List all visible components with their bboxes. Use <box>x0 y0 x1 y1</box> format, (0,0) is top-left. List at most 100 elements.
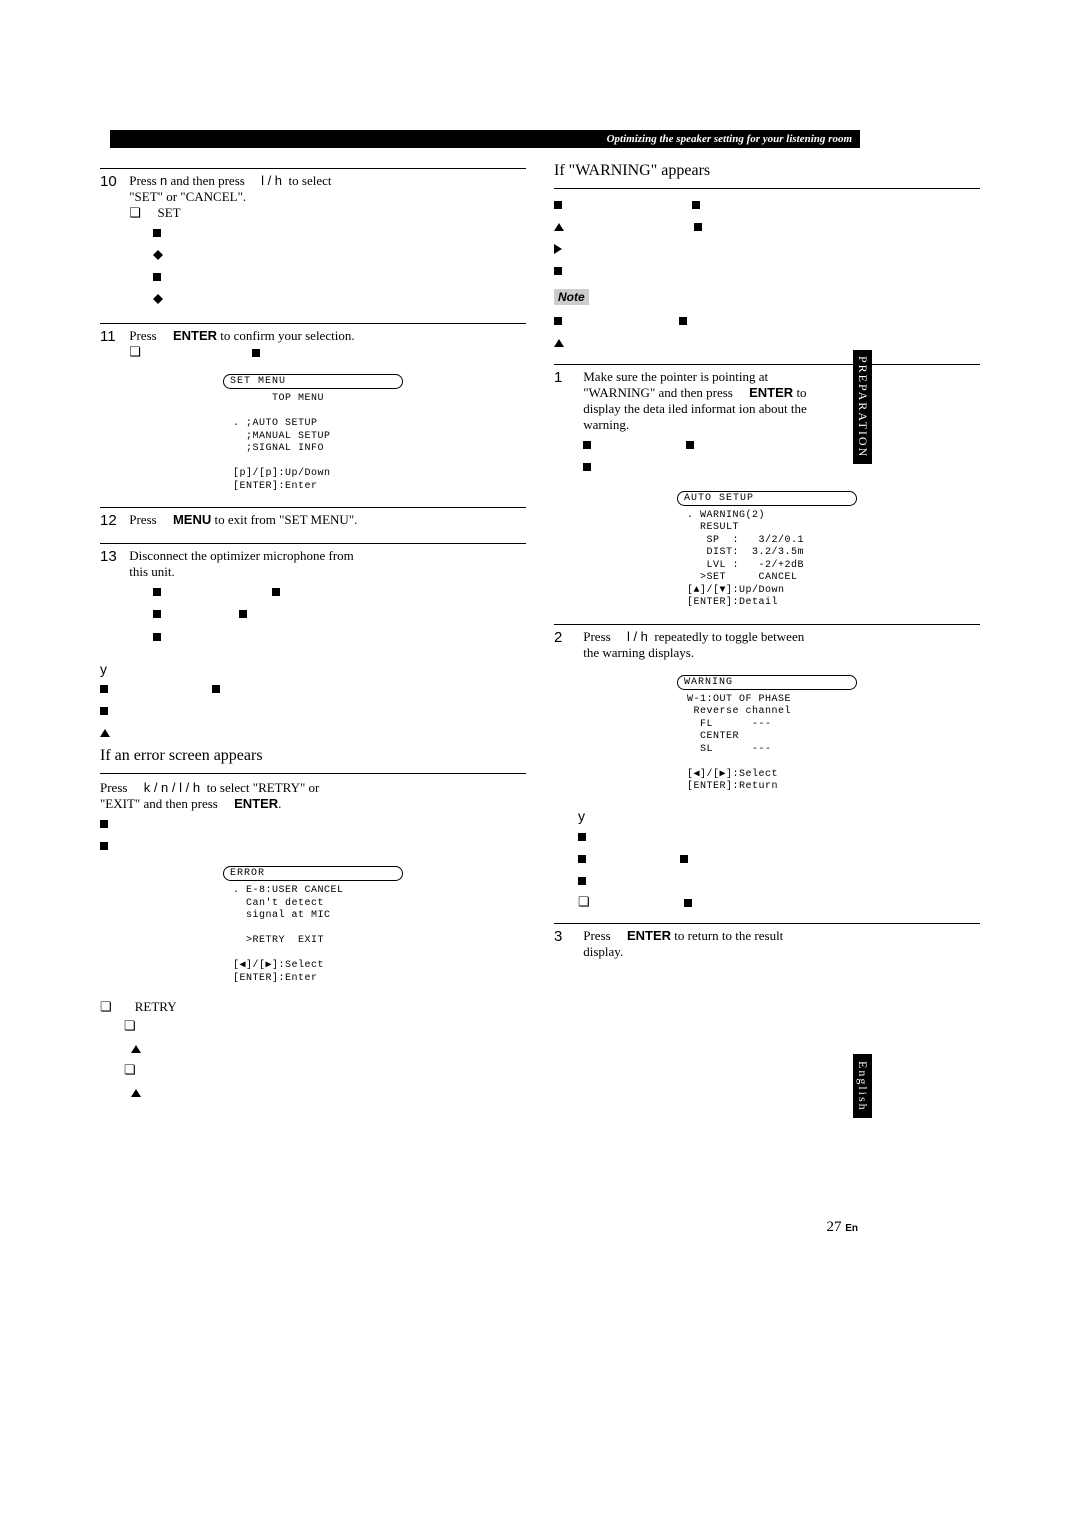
diamond-icon <box>153 289 163 299</box>
square-icon <box>679 317 687 325</box>
text: the warning displays. <box>583 645 694 660</box>
step-number: 12 <box>100 512 126 529</box>
square-icon <box>578 833 586 841</box>
text: "EXIT" and then press <box>100 796 218 811</box>
square-icon <box>583 441 591 449</box>
y-heading: y <box>100 661 526 677</box>
square-icon <box>692 201 700 209</box>
square-icon <box>554 201 562 209</box>
text: and then press <box>170 173 244 188</box>
screen-title: WARNING <box>677 675 857 690</box>
bullet-block: ❏ ❏ <box>124 1015 526 1103</box>
step-12: 12 Press MENU to exit from "SET MENU". <box>100 512 526 529</box>
box-icon: ❏ <box>100 999 112 1015</box>
square-icon <box>554 267 562 275</box>
step-body: Press MENU to exit from "SET MENU". <box>129 512 525 528</box>
page-number: 27 En <box>826 1219 858 1236</box>
rule <box>554 923 980 924</box>
triangle-icon <box>554 223 564 231</box>
key-enter: ENTER <box>749 385 793 400</box>
box-icon: ❏ <box>129 205 141 221</box>
square-icon <box>153 633 161 641</box>
text: . <box>278 796 281 811</box>
page-num: 27 <box>826 1219 841 1235</box>
side-tab-preparation: PREPARATION <box>853 350 872 464</box>
key-enter: ENTER <box>173 328 217 343</box>
osd-screen-set-menu: SET MENU TOP MENU . ;AUTO SETUP ;MANUAL … <box>223 374 403 497</box>
bullet-block <box>583 433 979 477</box>
header-banner: Optimizing the speaker setting for your … <box>110 130 860 148</box>
square-icon <box>153 229 161 237</box>
page-lang: En <box>845 1223 858 1234</box>
rule <box>100 507 526 508</box>
square-icon <box>100 707 108 715</box>
text: Press <box>129 173 156 188</box>
text: display the deta iled informat ion about… <box>583 401 806 416</box>
step-body: Disconnect the optimizer microphone from… <box>129 548 525 646</box>
rule <box>100 773 526 774</box>
diamond-icon <box>153 245 163 255</box>
text: to select <box>289 173 332 188</box>
step-body: Make sure the pointer is pointing at "WA… <box>583 369 979 477</box>
key-glyph: n <box>160 173 167 188</box>
rule <box>100 323 526 324</box>
key-glyph: l / h <box>261 173 282 188</box>
rule <box>554 364 980 365</box>
step-13: 13 Disconnect the optimizer microphone f… <box>100 548 526 646</box>
square-icon <box>153 273 161 281</box>
text: Disconnect the optimizer microphone from <box>129 548 354 563</box>
text: to exit from "SET MENU". <box>214 512 357 527</box>
text: to confirm your selection. <box>220 328 354 343</box>
side-tab-english: English <box>853 1054 872 1118</box>
step-r2: 2 Press l / h repeatedly to toggle betwe… <box>554 629 980 661</box>
step-body: Press l / h repeatedly to toggle between… <box>583 629 979 661</box>
text: Press <box>100 780 127 795</box>
right-column: If "WARNING" appears Not <box>554 158 980 1104</box>
triangle-icon <box>554 339 564 347</box>
retry-block: ❏ RETRY ❏ ❏ <box>100 999 526 1103</box>
box-icon: ❏ <box>578 891 590 913</box>
rule <box>100 168 526 169</box>
step-number: 3 <box>554 928 580 945</box>
rule <box>100 543 526 544</box>
screen-body: . E-8:USER CANCEL Can't detect signal at… <box>223 881 403 989</box>
bullet-block <box>554 193 980 281</box>
key-enter: ENTER <box>234 796 278 811</box>
square-icon <box>686 441 694 449</box>
text: RETRY <box>135 999 177 1014</box>
text: Press <box>583 928 610 943</box>
key-glyph: l / h <box>627 629 648 644</box>
square-icon <box>100 842 108 850</box>
text: SET <box>158 205 181 220</box>
osd-screen-auto-setup: AUTO SETUP . WARNING(2) RESULT SP : 3/2/… <box>677 491 857 614</box>
square-icon <box>252 349 260 357</box>
bullet-block <box>554 309 980 353</box>
bullet-block: ❏ <box>578 825 980 913</box>
square-icon <box>153 610 161 618</box>
bullet-block <box>153 580 525 646</box>
square-icon <box>583 463 591 471</box>
arrow-right-icon <box>554 244 562 254</box>
rule <box>554 624 980 625</box>
square-icon <box>694 223 702 231</box>
triangle-icon <box>131 1089 141 1097</box>
step-number: 1 <box>554 369 580 386</box>
rule <box>554 188 980 189</box>
error-heading: If an error screen appears <box>100 747 526 765</box>
text: to <box>796 385 806 400</box>
step-body: Press ENTER to confirm your selection. ❏ <box>129 328 525 360</box>
text: "WARNING" and then press <box>583 385 733 400</box>
screen-title: ERROR <box>223 866 403 881</box>
step-body: Press n and then press l / h to select "… <box>129 173 525 309</box>
error-instruction: Press k / n / l / h to select "RETRY" or… <box>100 780 526 856</box>
step-10: 10 Press n and then press l / h to selec… <box>100 173 526 309</box>
box-icon: ❏ <box>124 1015 136 1037</box>
square-icon <box>684 899 692 907</box>
step-r1: 1 Make sure the pointer is pointing at "… <box>554 369 980 477</box>
text: Press <box>129 512 156 527</box>
square-icon <box>153 588 161 596</box>
key-menu: MENU <box>173 512 211 527</box>
text: "SET" or "CANCEL". <box>129 189 246 204</box>
step-number: 10 <box>100 173 126 190</box>
square-icon <box>554 317 562 325</box>
